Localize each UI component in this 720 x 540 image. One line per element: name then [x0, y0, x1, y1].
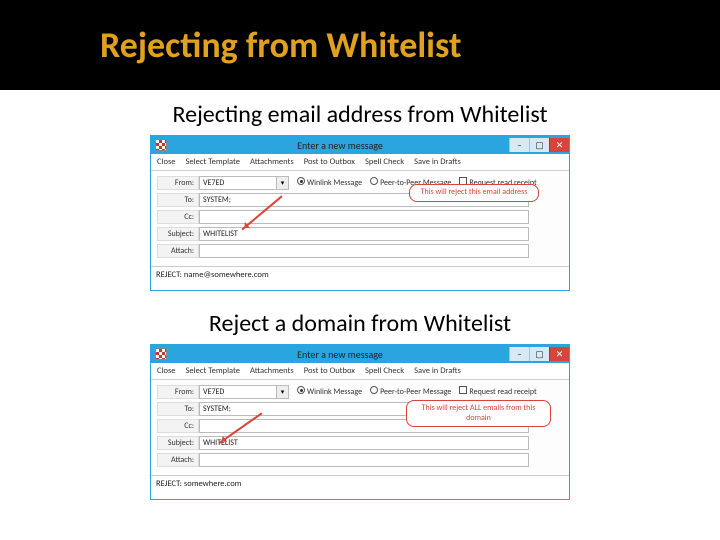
close-button[interactable]: ✕ [549, 138, 569, 152]
from-label: From: [157, 176, 199, 190]
from-dropdown-icon[interactable]: ▾ [277, 176, 289, 190]
app-icon [155, 348, 167, 360]
section1-heading: Rejecting email address from Whitelist [0, 100, 720, 129]
toolbar-spell-check[interactable]: Spell Check [365, 366, 404, 376]
toolbar-post-outbox[interactable]: Post to Outbox [304, 157, 355, 167]
app-icon [155, 139, 167, 151]
checkbox-receipt[interactable]: Request read receipt [459, 386, 536, 397]
form-area: From: VE7ED ▾ Winlink Message Peer-to-Pe… [151, 380, 569, 475]
window-buttons: – ▢ ✕ [509, 347, 569, 361]
subject-label: Subject: [157, 436, 199, 450]
callout-1: This will reject this email address [409, 184, 539, 202]
subject-label: Subject: [157, 227, 199, 241]
toolbar-post-outbox[interactable]: Post to Outbox [304, 366, 355, 376]
section2-heading: Reject a domain from Whitelist [0, 309, 720, 338]
cc-label: Cc: [157, 210, 199, 224]
toolbar-spell-check[interactable]: Spell Check [365, 157, 404, 167]
toolbar-select-template[interactable]: Select Template [186, 157, 240, 167]
slide-title: Rejecting from Whitelist [100, 23, 461, 67]
to-label: To: [157, 402, 199, 416]
slide: Rejecting from Whitelist Rejecting email… [0, 0, 720, 540]
attach-label: Attach: [157, 244, 199, 258]
window-title: Enter a new message [171, 139, 509, 152]
radio-winlink[interactable]: Winlink Message [297, 386, 362, 397]
toolbar: Close Select Template Attachments Post t… [151, 154, 569, 171]
callout-2: This will reject ALL emails from this do… [406, 400, 551, 427]
minimize-button[interactable]: – [509, 138, 529, 152]
toolbar-select-template[interactable]: Select Template [186, 366, 240, 376]
app-window-1: Enter a new message – ▢ ✕ Close Select T… [150, 135, 570, 291]
titlebar: Enter a new message – ▢ ✕ [151, 345, 569, 363]
toolbar-close[interactable]: Close [157, 157, 176, 167]
maximize-button[interactable]: ▢ [529, 138, 549, 152]
attach-input[interactable] [199, 453, 529, 467]
from-dropdown-icon[interactable]: ▾ [277, 385, 289, 399]
attach-input[interactable] [199, 244, 529, 258]
message-body[interactable]: REJECT: name@somewhere.com [151, 266, 569, 290]
toolbar-save-drafts[interactable]: Save in Drafts [414, 157, 461, 167]
subject-input[interactable]: WHITELIST [199, 436, 529, 450]
toolbar-attachments[interactable]: Attachments [250, 157, 294, 167]
maximize-button[interactable]: ▢ [529, 347, 549, 361]
window-title: Enter a new message [171, 348, 509, 361]
titlebar: Enter a new message – ▢ ✕ [151, 136, 569, 154]
toolbar-save-drafts[interactable]: Save in Drafts [414, 366, 461, 376]
radio-p2p[interactable]: Peer-to-Peer Message [370, 386, 451, 397]
toolbar-attachments[interactable]: Attachments [250, 366, 294, 376]
toolbar-close[interactable]: Close [157, 366, 176, 376]
from-input[interactable]: VE7ED [199, 176, 277, 190]
attach-label: Attach: [157, 453, 199, 467]
from-label: From: [157, 385, 199, 399]
app-window-2: Enter a new message – ▢ ✕ Close Select T… [150, 344, 570, 500]
radio-winlink[interactable]: Winlink Message [297, 177, 362, 188]
to-label: To: [157, 193, 199, 207]
cc-label: Cc: [157, 419, 199, 433]
from-input[interactable]: VE7ED [199, 385, 277, 399]
title-bar: Rejecting from Whitelist [0, 0, 720, 90]
minimize-button[interactable]: – [509, 347, 529, 361]
close-button[interactable]: ✕ [549, 347, 569, 361]
message-body[interactable]: REJECT: somewhere.com [151, 475, 569, 499]
window-buttons: – ▢ ✕ [509, 138, 569, 152]
toolbar: Close Select Template Attachments Post t… [151, 363, 569, 380]
